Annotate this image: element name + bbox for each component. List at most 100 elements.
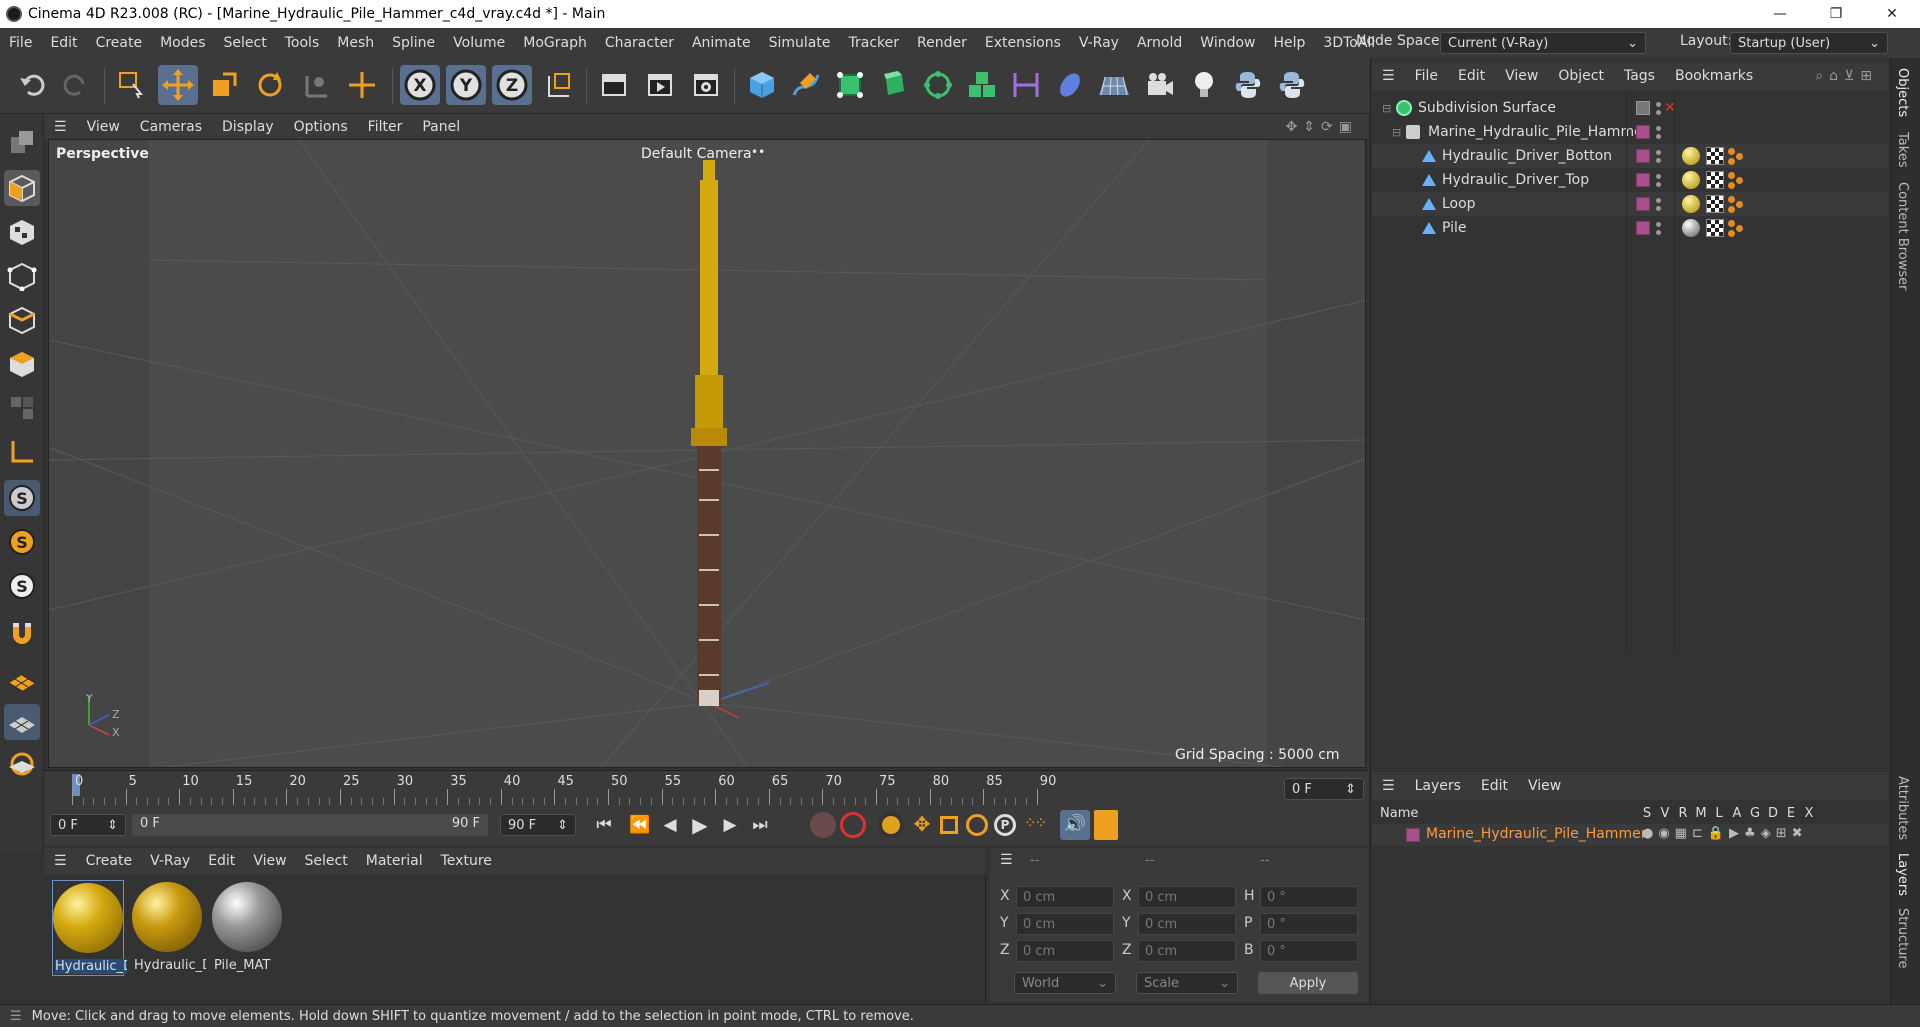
tab-content-browser[interactable]: Content Browser [1895, 182, 1910, 291]
key-scale-button[interactable] [940, 816, 958, 834]
object-row[interactable]: Hydraulic_Driver_Botton [1372, 144, 1888, 168]
tab-objects[interactable]: Objects [1895, 68, 1910, 117]
grid-snap-button[interactable] [4, 704, 40, 740]
visibility-dots-icon[interactable] [1656, 125, 1661, 139]
maximize-button[interactable]: ❐ [1808, 0, 1864, 28]
field-button[interactable] [1050, 65, 1090, 105]
layout-dropdown[interactable]: Startup (User) ⌄ [1730, 32, 1888, 54]
visibility-dots-icon[interactable] [1656, 101, 1661, 115]
object-menu-tags[interactable]: Tags [1614, 68, 1665, 84]
menu-animate[interactable]: Animate [683, 35, 760, 51]
hamburger-icon[interactable]: ☰ [0, 1009, 32, 1024]
cube-button[interactable] [742, 65, 782, 105]
layer-color-swatch[interactable] [1636, 197, 1650, 211]
material-swatch[interactable]: Hydraulic_D [132, 880, 206, 976]
rotate-tool-button[interactable] [250, 65, 290, 105]
texture-mode-button[interactable] [4, 214, 40, 250]
size-x-field[interactable]: 0 cm [1138, 886, 1236, 908]
python-button[interactable] [1228, 65, 1268, 105]
material-menu-view[interactable]: View [244, 853, 295, 869]
hamburger-icon[interactable]: ☰ [1372, 778, 1405, 794]
material-menu-edit[interactable]: Edit [199, 853, 244, 869]
layer-color-swatch[interactable] [1636, 149, 1650, 163]
menu-create[interactable]: Create [87, 35, 152, 51]
axis-mode-button[interactable] [4, 434, 40, 470]
previous-key-button[interactable]: ⏪ [626, 812, 654, 838]
key-parameter-button[interactable]: P [994, 814, 1016, 836]
vray-tag-icon[interactable] [1728, 171, 1746, 189]
viewport-menu-panel[interactable]: Panel [412, 119, 470, 135]
viewport-menu-display[interactable]: Display [212, 119, 284, 135]
vray-tag-icon[interactable] [1728, 219, 1746, 237]
material-menu-vray[interactable]: V-Ray [141, 853, 199, 869]
current-frame-field[interactable]: 0 F ⇕ [1284, 778, 1364, 800]
light-button[interactable] [1184, 65, 1224, 105]
y-axis-lock-button[interactable]: Y [446, 65, 486, 105]
menu-simulate[interactable]: Simulate [760, 35, 840, 51]
uv-mode-button[interactable] [4, 390, 40, 426]
locked-workplane-button[interactable] [4, 746, 40, 782]
model-mode-button[interactable] [4, 170, 40, 206]
uvw-tag-icon[interactable] [1706, 147, 1724, 165]
render-settings-button[interactable] [686, 65, 726, 105]
material-tag-icon[interactable] [1682, 147, 1700, 165]
visibility-dots-icon[interactable] [1656, 149, 1661, 163]
workplane-button[interactable] [4, 662, 40, 698]
hamburger-icon[interactable]: ☰ [44, 119, 77, 135]
object-menu-object[interactable]: Object [1548, 68, 1614, 84]
scale-tool-button[interactable] [204, 65, 244, 105]
collapse-icon[interactable]: ⊟ [1392, 126, 1401, 139]
menu-character[interactable]: Character [596, 35, 683, 51]
vray-tag-icon[interactable] [1728, 195, 1746, 213]
pen-spline-button[interactable] [786, 65, 826, 105]
rot-h-field[interactable]: 0 ° [1260, 886, 1358, 908]
object-menu-edit[interactable]: Edit [1448, 68, 1495, 84]
floor-button[interactable] [1094, 65, 1134, 105]
edges-mode-button[interactable] [4, 302, 40, 338]
viewport-nav-icons[interactable]: ✥⇕⟳▣ [1286, 119, 1368, 135]
layers-menu-view[interactable]: View [1518, 778, 1571, 794]
menu-help[interactable]: Help [1264, 35, 1314, 51]
object-menu-file[interactable]: File [1405, 68, 1448, 84]
camera-button[interactable] [1140, 65, 1180, 105]
hamburger-icon[interactable]: ☰ [1372, 68, 1405, 84]
python-script-button[interactable] [1272, 65, 1312, 105]
minimize-button[interactable]: — [1752, 0, 1808, 28]
previous-frame-button[interactable]: ◀ [656, 812, 684, 838]
z-axis-lock-button[interactable]: Z [492, 65, 532, 105]
menu-tracker[interactable]: Tracker [839, 35, 908, 51]
menu-file[interactable]: File [0, 35, 41, 51]
menu-tools[interactable]: Tools [276, 35, 329, 51]
menu-spline[interactable]: Spline [383, 35, 444, 51]
timeline-ruler[interactable]: 0 5 10 15 20 25 30 35 40 45 50 55 60 65 70 75 80 85 90 0 F… [44, 770, 1368, 805]
edit-check-icon[interactable] [1636, 101, 1650, 115]
object-menu-bookmarks[interactable]: Bookmarks [1665, 68, 1763, 84]
viewport-menu-cameras[interactable]: Cameras [130, 119, 212, 135]
extrude-button[interactable] [874, 65, 914, 105]
tab-structure[interactable]: Structure [1895, 908, 1910, 968]
tab-takes[interactable]: Takes [1895, 132, 1910, 168]
go-to-start-button[interactable]: ⏮ [590, 812, 618, 838]
rot-b-field[interactable]: 0 ° [1260, 940, 1358, 962]
size-y-field[interactable]: 0 cm [1138, 913, 1236, 935]
solo-button[interactable]: S [4, 480, 40, 516]
object-row[interactable]: Pile [1372, 216, 1888, 240]
viewport-menu-view[interactable]: View [77, 119, 130, 135]
solo-hierarchy-button[interactable]: S [4, 524, 40, 560]
layer-color-swatch[interactable] [1636, 173, 1650, 187]
layer-color-swatch[interactable] [1636, 125, 1650, 139]
play-button[interactable]: ▶ [686, 812, 714, 838]
viewport-menu-options[interactable]: Options [284, 119, 358, 135]
key-position-button[interactable]: ✥ [908, 812, 936, 838]
viewport-menu-filter[interactable]: Filter [358, 119, 413, 135]
menu-arnold[interactable]: Arnold [1128, 35, 1191, 51]
rot-p-field[interactable]: 0 ° [1260, 913, 1358, 935]
material-tag-icon[interactable] [1682, 171, 1700, 189]
menu-modes[interactable]: Modes [151, 35, 214, 51]
menu-edit[interactable]: Edit [41, 35, 86, 51]
object-row[interactable]: Loop [1372, 192, 1888, 216]
move-tool-button[interactable] [158, 65, 198, 105]
make-editable-button[interactable] [4, 124, 40, 160]
layers-menu-edit[interactable]: Edit [1471, 778, 1518, 794]
camera-link-icon[interactable]: •• [751, 145, 765, 159]
